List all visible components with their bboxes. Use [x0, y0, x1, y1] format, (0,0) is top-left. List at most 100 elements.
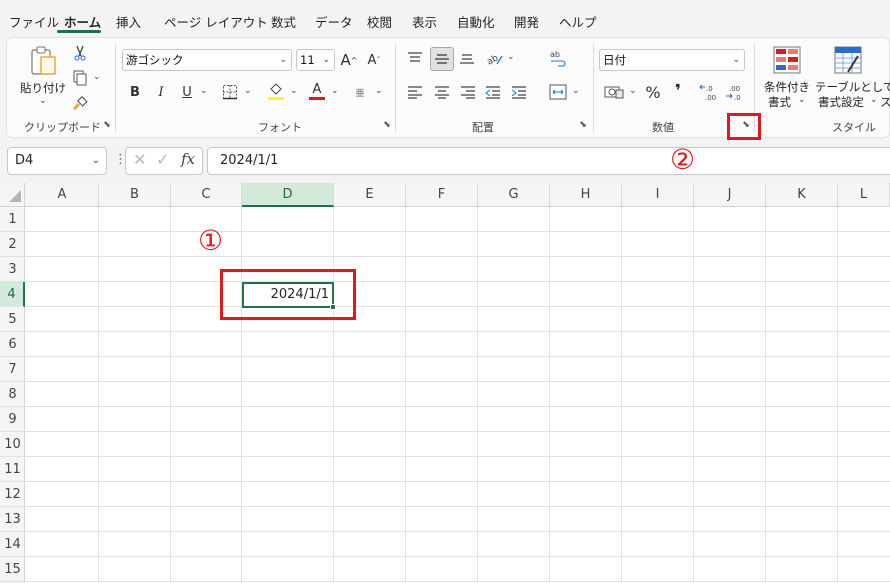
tab-file[interactable]: ファイル	[9, 12, 59, 31]
row-header-9[interactable]: 9	[0, 407, 25, 432]
column-header-b[interactable]: B	[99, 183, 171, 207]
row-header-12[interactable]: 12	[0, 482, 25, 507]
tab-view[interactable]: 表示	[412, 12, 437, 31]
conditional-formatting-button[interactable]	[772, 45, 802, 75]
chevron-down-icon[interactable]: ⌄	[870, 95, 878, 105]
font-name-select[interactable]: 游ゴシック ⌄	[122, 49, 292, 71]
tab-formulas[interactable]: 数式	[271, 12, 296, 31]
align-bottom-button[interactable]	[457, 48, 477, 68]
increase-indent-button[interactable]	[509, 82, 529, 102]
increase-font-button[interactable]: A ^	[339, 49, 359, 71]
chevron-down-icon[interactable]: ⌄	[572, 86, 580, 96]
chevron-down-icon[interactable]: ⌄	[629, 86, 637, 96]
decrease-font-button[interactable]: Aˇ	[364, 49, 384, 71]
column-header-j[interactable]: J	[694, 183, 766, 207]
orientation-button[interactable]: ab	[484, 48, 504, 68]
decrease-decimal-button[interactable]: .00.0	[725, 82, 745, 102]
align-middle-button[interactable]	[430, 47, 454, 71]
row-header-5[interactable]: 5	[0, 307, 25, 332]
row-header-1[interactable]: 1	[0, 207, 25, 232]
underline-button[interactable]: U	[178, 82, 196, 102]
formula-input[interactable]: 2024/1/1	[207, 147, 890, 175]
align-right-button[interactable]	[458, 82, 478, 102]
format-painter-button[interactable]	[71, 94, 89, 112]
column-header-e[interactable]: E	[334, 183, 406, 207]
tab-help[interactable]: ヘルプ	[559, 12, 597, 31]
chevron-down-icon[interactable]: ⌄	[39, 96, 47, 106]
active-tab-indicator	[57, 30, 101, 33]
chevron-down-icon[interactable]: ⌄	[375, 86, 383, 96]
font-color-icon: A	[312, 81, 322, 97]
copy-button[interactable]	[71, 69, 89, 87]
bold-button[interactable]: B	[126, 82, 144, 102]
chevron-down-icon[interactable]: ⌄	[331, 86, 339, 96]
column-header-h[interactable]: H	[550, 183, 622, 207]
fill-color-button[interactable]	[266, 80, 286, 102]
number-format-select[interactable]: 日付 ⌄	[599, 49, 745, 71]
percent-style-button[interactable]: %	[642, 82, 664, 102]
column-header-g[interactable]: G	[478, 183, 550, 207]
chevron-down-icon[interactable]: ⌄	[290, 86, 298, 96]
column-header-k[interactable]: K	[766, 183, 838, 207]
row-header-10[interactable]: 10	[0, 432, 25, 457]
alignment-launcher-icon[interactable]: ⬊	[578, 120, 588, 130]
column-header-f[interactable]: F	[406, 183, 478, 207]
row-header-14[interactable]: 14	[0, 532, 25, 557]
align-left-button[interactable]	[405, 82, 425, 102]
italic-button[interactable]: I	[152, 82, 170, 102]
tab-data[interactable]: データ	[315, 12, 353, 31]
tab-insert[interactable]: 挿入	[116, 12, 141, 31]
column-header-i[interactable]: I	[622, 183, 694, 207]
chevron-down-icon[interactable]: ⌄	[93, 72, 101, 82]
font-color-button[interactable]: A	[307, 80, 327, 102]
row-header-11[interactable]: 11	[0, 457, 25, 482]
row-header-13[interactable]: 13	[0, 507, 25, 532]
accounting-format-button[interactable]	[603, 82, 625, 102]
decrease-indent-button[interactable]	[483, 82, 503, 102]
column-header-a[interactable]: A	[26, 183, 99, 207]
tab-review[interactable]: 校閲	[367, 12, 392, 31]
cancel-icon[interactable]: ✕	[133, 150, 146, 169]
gridline	[25, 481, 890, 482]
borders-button[interactable]	[220, 82, 240, 102]
column-header-l[interactable]: L	[838, 183, 890, 207]
phonetic-button[interactable]: 亜	[352, 82, 368, 102]
tab-home[interactable]: ホーム	[64, 12, 101, 31]
row-header-3[interactable]: 3	[0, 257, 25, 282]
insert-function-icon[interactable]: fx	[181, 150, 195, 168]
chevron-down-icon[interactable]: ⌄	[244, 86, 252, 96]
format-as-table-button[interactable]	[833, 45, 863, 75]
name-box-value: D4	[15, 153, 34, 168]
column-header-d[interactable]: D	[242, 183, 334, 207]
chevron-down-icon[interactable]: ⌄	[507, 52, 515, 62]
comma-style-button[interactable]: ❜	[670, 80, 686, 102]
paste-button[interactable]	[26, 44, 60, 78]
cell-styles-label[interactable]: ス	[880, 94, 890, 110]
row-header-7[interactable]: 7	[0, 357, 25, 382]
chevron-down-icon[interactable]: ⌄	[200, 86, 208, 96]
row-header-4[interactable]: 4	[0, 282, 25, 307]
group-label-number: 数値	[652, 121, 674, 134]
column-header-c[interactable]: C	[171, 183, 242, 207]
font-launcher-icon[interactable]: ⬊	[382, 120, 392, 130]
name-box[interactable]: D4 ⌄	[7, 147, 107, 175]
gridline	[25, 431, 890, 432]
tab-developer[interactable]: 開発	[514, 12, 539, 31]
row-header-8[interactable]: 8	[0, 382, 25, 407]
merge-center-button[interactable]	[548, 82, 568, 102]
align-center-button[interactable]	[432, 82, 452, 102]
align-top-button[interactable]	[405, 48, 425, 68]
font-size-select[interactable]: 11 ⌄	[296, 49, 335, 71]
row-header-2[interactable]: 2	[0, 232, 25, 257]
cut-button[interactable]	[71, 44, 89, 62]
row-header-6[interactable]: 6	[0, 332, 25, 357]
row-header-15[interactable]: 15	[0, 557, 25, 582]
increase-decimal-button[interactable]: .0.00	[699, 82, 719, 102]
enter-icon[interactable]: ✓	[156, 150, 169, 169]
tab-automate[interactable]: 自動化	[457, 12, 495, 31]
wrap-text-button[interactable]: ab	[548, 48, 568, 68]
clipboard-launcher-icon[interactable]: ⬊	[102, 120, 112, 130]
tab-page-layout[interactable]: ページ レイアウト	[164, 12, 268, 31]
chevron-down-icon[interactable]: ⌄	[798, 95, 806, 105]
font-name-value: 游ゴシック	[126, 53, 184, 67]
